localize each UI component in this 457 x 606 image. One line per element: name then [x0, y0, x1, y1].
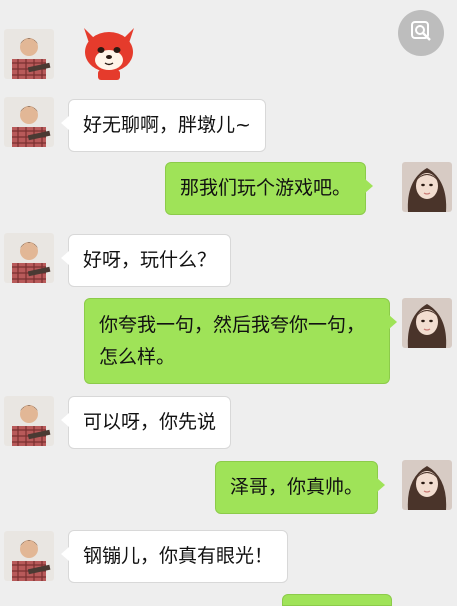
- message-bubble-incoming[interactable]: 可以呀，你先说: [60, 396, 232, 449]
- user-avatar[interactable]: [402, 460, 452, 510]
- magnify-icon: [409, 19, 433, 47]
- message-bubble-incoming[interactable]: 好呀，玩什么？: [60, 234, 232, 287]
- message-bubble-outgoing-partial: [282, 594, 392, 606]
- contact-avatar[interactable]: [4, 531, 54, 581]
- red-fox-cartoon-sticker[interactable]: [76, 24, 142, 82]
- user-avatar[interactable]: [402, 162, 452, 212]
- contact-avatar[interactable]: [4, 396, 54, 446]
- message-bubble-outgoing[interactable]: 泽哥，你真帅。: [215, 461, 386, 514]
- message-bubble-incoming[interactable]: 好无聊啊，胖墩儿~: [61, 99, 266, 152]
- message-bubble-incoming[interactable]: 钢镚儿，你真有眼光！: [60, 530, 289, 583]
- contact-avatar[interactable]: [4, 29, 54, 79]
- user-avatar[interactable]: [402, 298, 452, 348]
- message-bubble-outgoing[interactable]: 那我们玩个游戏吧。: [165, 162, 374, 215]
- contact-avatar[interactable]: [4, 97, 54, 147]
- chat-window: 好无聊啊，胖墩儿~ 那我们玩个游戏吧。 好呀，玩什么？ 你夸我一句，然后我夸你一…: [0, 0, 457, 606]
- contact-avatar[interactable]: [4, 233, 54, 283]
- message-bubble-outgoing[interactable]: 你夸我一句，然后我夸你一句，怎么样。: [84, 298, 397, 384]
- search-button[interactable]: [398, 10, 444, 56]
